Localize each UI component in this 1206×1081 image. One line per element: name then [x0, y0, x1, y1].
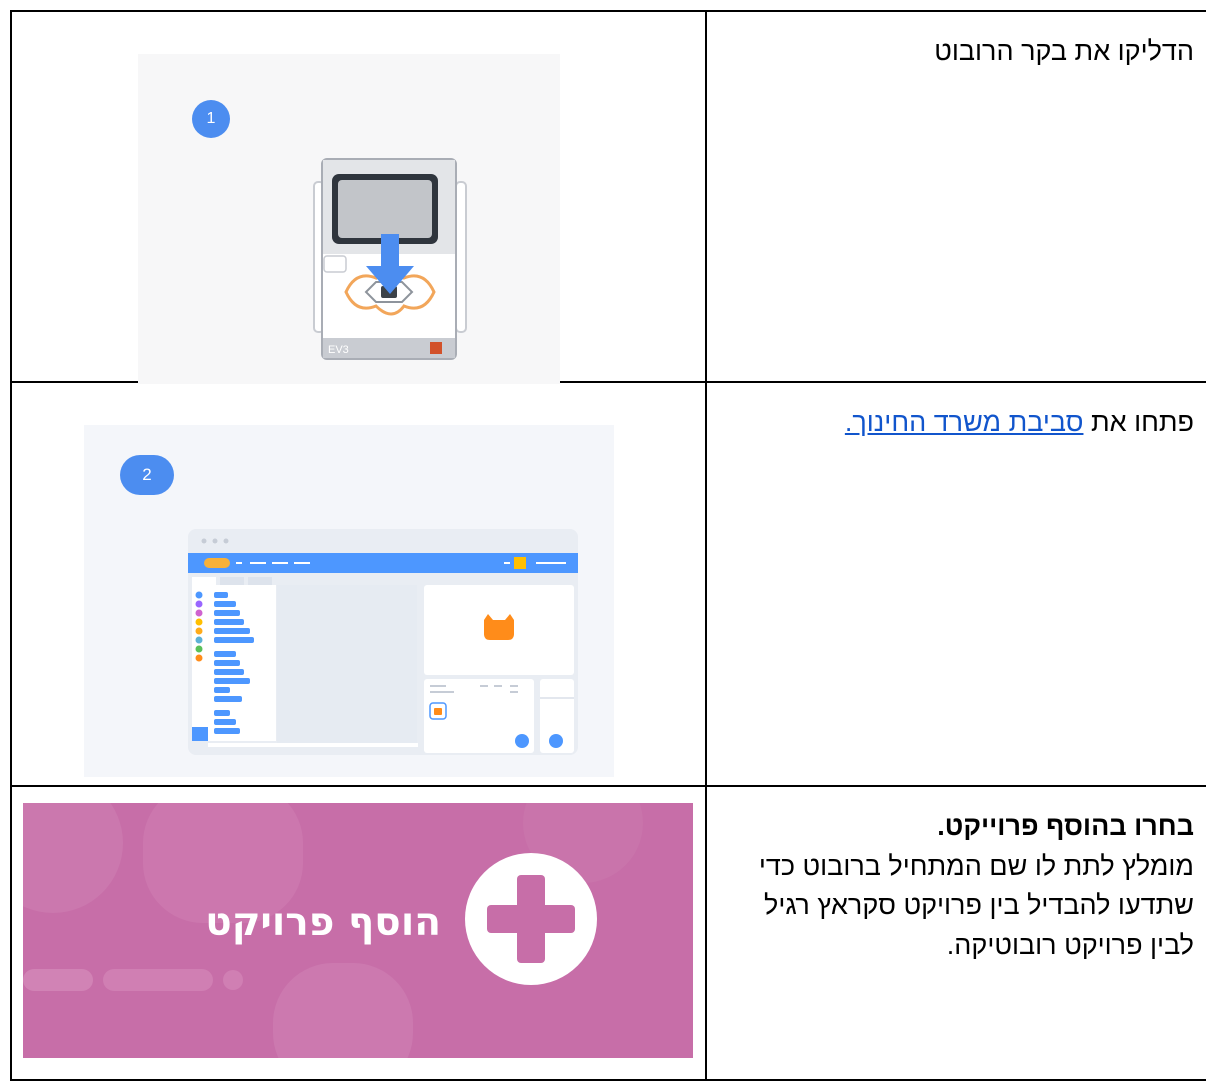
step-text-prefix: פתחו את	[1083, 407, 1194, 437]
image-cell: הוסף פרויקט	[10, 785, 707, 1081]
image-cell: 2	[10, 381, 707, 787]
ministry-environment-link[interactable]: סביבת משרד החינוך.	[845, 407, 1084, 437]
ev3-label: EV3	[328, 344, 349, 356]
step-body: מומלץ לתת לו שם המתחיל ברובוט כדי שתדעו …	[758, 850, 1194, 961]
step-title: בחרו בהוסף פרוייקט.	[937, 811, 1194, 841]
plus-circle-icon[interactable]	[461, 849, 601, 989]
add-project-label: הוסף פרויקט	[205, 900, 441, 945]
table-row: 2 פתחו את סביבת משרד החינוך.	[10, 381, 1206, 787]
ev3-illustration: 1 EV3	[138, 54, 560, 384]
table-row: 1 EV3 הדליקו את בקר הרובוט	[10, 10, 1206, 384]
step-text: הדליקו את בקר הרובוט	[934, 36, 1194, 66]
add-project-banner[interactable]: הוסף פרויקט	[23, 803, 693, 1058]
table-row: הוסף פרויקט בחרו בהוסף פרוייקט. מומלץ לת…	[10, 785, 1206, 1081]
image-cell: 1 EV3	[10, 10, 707, 384]
ev3-brick-icon: EV3	[313, 158, 467, 360]
instructions-table: 1 EV3 הדליקו את בקר הרובוט 2 פתחו את סבי…	[10, 10, 1206, 1081]
step-text: פתחו את סביבת משרד החינוך.	[719, 403, 1194, 443]
scratch-editor-icon	[188, 529, 578, 755]
scratch-editor-illustration: 2	[84, 425, 614, 777]
text-cell: בחרו בהוסף פרוייקט. מומלץ לתת לו שם המתח…	[705, 785, 1206, 1081]
text-cell: הדליקו את בקר הרובוט	[705, 10, 1206, 383]
text-cell: פתחו את סביבת משרד החינוך.	[705, 381, 1206, 787]
